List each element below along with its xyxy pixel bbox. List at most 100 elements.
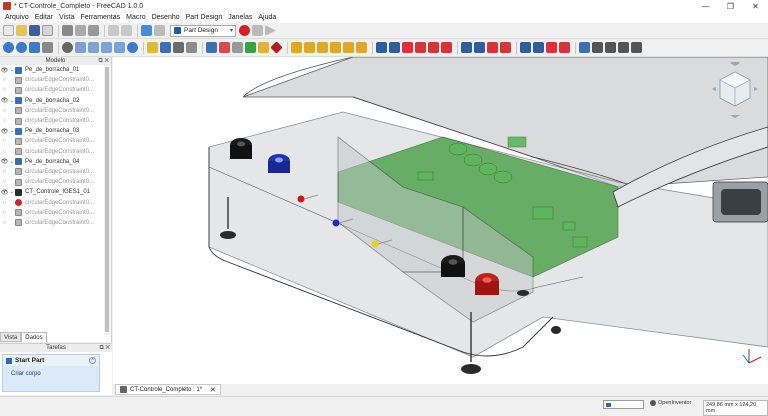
eye-hidden-icon[interactable]: ◌ (0, 200, 9, 206)
bounding-box-icon[interactable] (42, 42, 53, 53)
3d-viewport[interactable] (113, 57, 768, 384)
measure-clear-icon[interactable] (618, 42, 629, 53)
draw-style-dropdown[interactable] (603, 400, 644, 409)
eye-hidden-icon[interactable]: ◌ (0, 77, 9, 83)
navigation-cube[interactable] (710, 62, 760, 122)
eye-hidden-icon[interactable]: ◌ (0, 118, 9, 124)
scrollbar-thumb[interactable] (105, 67, 109, 332)
fit-selection-icon[interactable] (16, 42, 27, 53)
menu-part-design[interactable]: Part Design (183, 14, 226, 21)
menu-vista[interactable]: Vista (56, 14, 77, 21)
tree-item[interactable]: ◌ circularEdgeConstraint0... (0, 75, 104, 85)
boolean-icon[interactable] (579, 42, 590, 53)
eye-hidden-icon[interactable]: ◌ (0, 138, 9, 144)
pocket-icon[interactable] (376, 42, 387, 53)
copy-icon[interactable] (75, 25, 86, 36)
tab-vista[interactable]: Vista (0, 332, 22, 342)
eye-hidden-icon[interactable]: ◌ (0, 220, 9, 226)
create-body-link[interactable]: Criar corpo (3, 366, 99, 377)
workbench-selector[interactable]: Part Design ▾ (170, 24, 236, 37)
draw-style-icon[interactable] (29, 42, 40, 53)
maximize-button[interactable]: ❐ (718, 0, 743, 12)
linear-pattern-icon[interactable] (474, 42, 485, 53)
groove-icon[interactable] (402, 42, 413, 53)
menu-desenho[interactable]: Desenho (149, 14, 183, 21)
macro-list-icon[interactable] (252, 25, 263, 36)
tree-item[interactable]: ◌ circularEdgeConstraint0... (0, 116, 104, 126)
datum-line-icon[interactable] (258, 42, 269, 53)
menu-macro[interactable]: Macro (123, 14, 148, 21)
close-button[interactable]: ✕ (743, 0, 768, 12)
tree-item[interactable]: 👁 ⌄ Pe_de_borracha_04 (0, 157, 104, 167)
validate-sketch-icon[interactable] (232, 42, 243, 53)
std-views-icon[interactable] (62, 42, 73, 53)
eye-hidden-icon[interactable]: ◌ (0, 108, 9, 114)
thickness-icon[interactable] (559, 42, 570, 53)
eye-icon[interactable]: 👁 (0, 189, 9, 196)
tree-item[interactable]: ◌ circularEdgeConstraint0... (0, 85, 104, 95)
datum-point-icon[interactable] (270, 41, 283, 54)
tab-dados[interactable]: Dados (21, 332, 47, 342)
menu-ferramentas[interactable]: Ferramentas (77, 14, 123, 21)
create-body-icon[interactable] (160, 42, 171, 53)
tree-item[interactable]: 👁 ⌄ Pe_de_borracha_03 (0, 126, 104, 136)
measure-angular-icon[interactable] (605, 42, 616, 53)
tree-item[interactable]: ◌ circularEdgeConstraint0... (0, 218, 104, 228)
navigation-style-selector[interactable]: OpenInventor (650, 400, 691, 406)
subtractive-helix-icon[interactable] (441, 42, 452, 53)
pipe-icon[interactable] (330, 42, 341, 53)
multi-transform-icon[interactable] (500, 42, 511, 53)
measure-toggle-icon[interactable] (631, 42, 642, 53)
loft-icon[interactable] (317, 42, 328, 53)
tree-item[interactable]: ◌ circularEdgeConstraint0... (0, 197, 104, 207)
sketch-icon[interactable] (219, 42, 230, 53)
link-icon[interactable] (186, 42, 197, 53)
menu-arquivo[interactable]: Arquivo (2, 14, 32, 21)
top-view-icon[interactable] (101, 42, 112, 53)
whats-this-icon[interactable] (154, 25, 165, 36)
eye-hidden-icon[interactable]: ◌ (0, 179, 9, 185)
menu-janelas[interactable]: Janelas (225, 14, 255, 21)
tree-item[interactable]: ◌ circularEdgeConstraint0... (0, 208, 104, 218)
tree-scrollbar[interactable] (104, 65, 110, 335)
fit-all-icon[interactable] (3, 42, 14, 53)
subtractive-loft-icon[interactable] (415, 42, 426, 53)
save-icon[interactable] (29, 25, 40, 36)
tree-item[interactable]: ◌ circularEdgeConstraint0... (0, 147, 104, 157)
isometric-icon[interactable] (75, 42, 86, 53)
measure-linear-icon[interactable] (592, 42, 603, 53)
datum-plane-icon[interactable] (245, 42, 256, 53)
eye-hidden-icon[interactable]: ◌ (0, 210, 9, 216)
document-tab[interactable]: CT-Controle_Completo : 1* ✕ (115, 384, 221, 395)
tree-item[interactable]: ◌ circularEdgeConstraint0... (0, 177, 104, 187)
mirrored-icon[interactable] (461, 42, 472, 53)
tree-item[interactable]: 👁 ⌄ Pe_de_borracha_02 (0, 96, 104, 106)
close-tab-icon[interactable]: ✕ (210, 386, 216, 394)
pad-icon[interactable] (291, 42, 302, 53)
revolution-icon[interactable] (304, 42, 315, 53)
shape-binder-icon[interactable] (206, 42, 217, 53)
polar-pattern-icon[interactable] (487, 42, 498, 53)
start-part-header[interactable]: Start Part ⌃ (3, 355, 99, 366)
chamfer-icon[interactable] (533, 42, 544, 53)
additive-primitive-icon[interactable] (356, 42, 367, 53)
new-file-icon[interactable] (3, 25, 14, 36)
right-view-icon[interactable] (114, 42, 125, 53)
fillet-icon[interactable] (520, 42, 531, 53)
eye-hidden-icon[interactable]: ◌ (0, 149, 9, 155)
panel-float-close-icons[interactable]: ⧉ ✕ (98, 57, 109, 65)
panel-float-close-icons[interactable]: ⧉ ✕ (99, 344, 110, 352)
open-file-icon[interactable] (16, 25, 27, 36)
eye-icon[interactable]: 👁 (0, 97, 9, 104)
redo-icon[interactable] (121, 25, 132, 36)
draft-icon[interactable] (546, 42, 557, 53)
menu-editar[interactable]: Editar (32, 14, 56, 21)
tree-item[interactable]: ◌ circularEdgeConstraint0... (0, 136, 104, 146)
execute-macro-icon[interactable] (265, 25, 276, 36)
eye-hidden-icon[interactable]: ◌ (0, 169, 9, 175)
measure-icon[interactable] (127, 42, 138, 53)
record-macro-icon[interactable] (239, 25, 250, 36)
menu-ajuda[interactable]: Ajuda (255, 14, 279, 21)
collapse-icon[interactable]: ⌃ (89, 357, 96, 364)
eye-icon[interactable]: 👁 (0, 158, 9, 165)
